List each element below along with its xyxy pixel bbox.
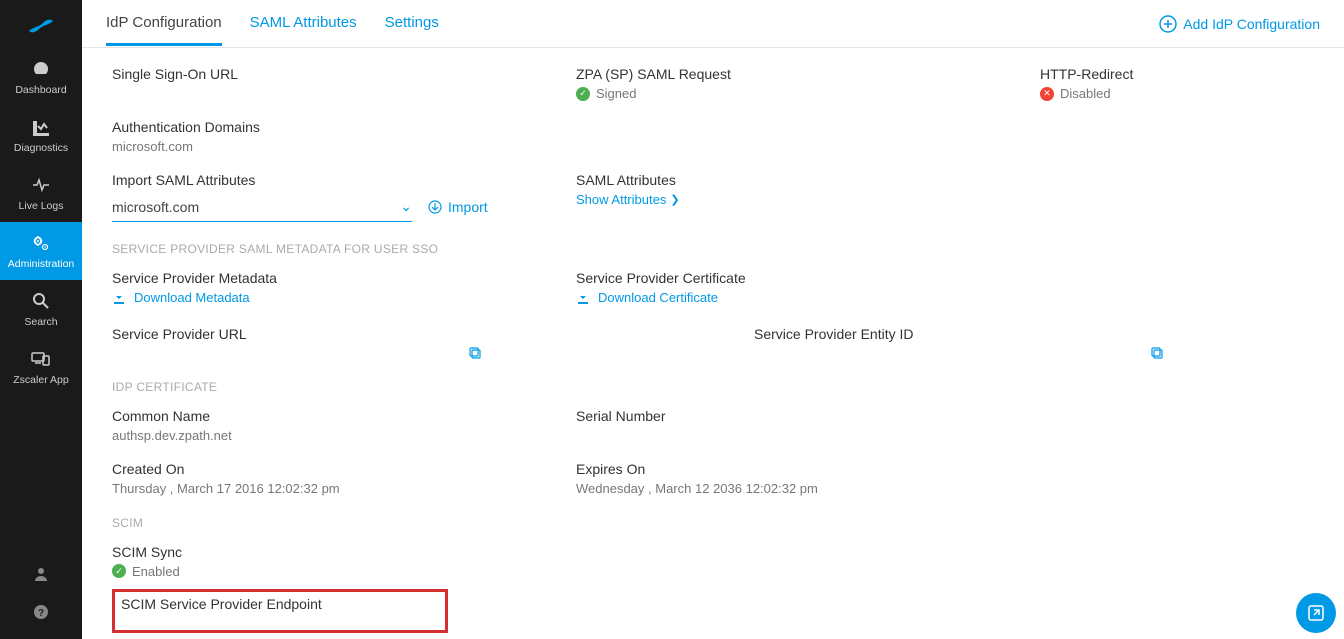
sso-url-label: Single Sign-On URL (112, 66, 544, 82)
gears-icon (30, 232, 52, 254)
sidebar-item-dashboard[interactable]: Dashboard (0, 48, 82, 106)
add-idp-label: Add IdP Configuration (1183, 16, 1320, 32)
scim-endpoint-label: SCIM Service Provider Endpoint (121, 596, 439, 612)
scim-sync-status: Enabled (132, 564, 180, 579)
sidebar-user[interactable] (0, 557, 82, 595)
sp-metadata-label: Service Provider Metadata (112, 270, 544, 286)
check-icon: ✓ (576, 87, 590, 101)
chart-icon (30, 116, 52, 138)
saml-request-status: Signed (596, 86, 636, 101)
tab-settings[interactable]: Settings (385, 2, 439, 46)
import-saml-selected: microsoft.com (112, 199, 199, 215)
common-name-label: Common Name (112, 408, 544, 424)
common-name-value: authsp.dev.zpath.net (112, 428, 544, 443)
download-icon (576, 291, 590, 305)
import-button[interactable]: Import (428, 199, 488, 215)
logo (0, 0, 82, 48)
show-attributes-label: Show Attributes (576, 192, 666, 207)
sidebar-item-label: Zscaler App (13, 374, 68, 386)
scim-sync-label: SCIM Sync (112, 544, 1320, 560)
created-on-label: Created On (112, 461, 544, 477)
plus-circle-icon (1159, 15, 1177, 33)
svg-text:?: ? (38, 608, 44, 619)
sidebar-item-administration[interactable]: Administration (0, 222, 82, 280)
tab-idp-configuration[interactable]: IdP Configuration (106, 2, 222, 46)
sp-cert-label: Service Provider Certificate (576, 270, 1008, 286)
copy-icon[interactable] (468, 346, 482, 360)
scim-section-header: SCIM (112, 516, 1320, 530)
saml-request-label: ZPA (SP) SAML Request (576, 66, 1008, 82)
download-metadata-link[interactable]: Download Metadata (112, 290, 250, 305)
expand-icon (1306, 603, 1326, 623)
gauge-icon (30, 58, 52, 80)
auth-domains-value: microsoft.com (112, 139, 544, 154)
chevron-right-icon: ❯ (670, 193, 679, 206)
tabs: IdP Configuration SAML Attributes Settin… (106, 2, 439, 46)
sidebar-item-live-logs[interactable]: Live Logs (0, 164, 82, 222)
sidebar-item-label: Administration (8, 258, 75, 270)
http-redirect-status: Disabled (1060, 86, 1111, 101)
expires-on-value: Wednesday , March 12 2036 12:02:32 pm (576, 481, 1008, 496)
help-icon: ? (30, 601, 52, 623)
sidebar-item-label: Live Logs (19, 200, 64, 212)
add-idp-button[interactable]: Add IdP Configuration (1159, 15, 1320, 33)
topbar: IdP Configuration SAML Attributes Settin… (82, 0, 1344, 48)
download-certificate-link[interactable]: Download Certificate (576, 290, 718, 305)
content: Single Sign-On URL ZPA (SP) SAML Request… (82, 48, 1344, 639)
tab-saml-attributes[interactable]: SAML Attributes (250, 2, 357, 46)
pulse-icon (30, 174, 52, 196)
devices-icon (30, 348, 52, 370)
fab-button[interactable] (1296, 593, 1336, 633)
copy-icon[interactable] (1150, 346, 1164, 360)
chevron-down-icon: ⌄ (400, 198, 412, 215)
sidebar-item-label: Diagnostics (14, 142, 68, 154)
auth-domains-label: Authentication Domains (112, 119, 544, 135)
sp-metadata-section-header: SERVICE PROVIDER SAML METADATA FOR USER … (112, 242, 1320, 256)
import-label: Import (448, 199, 488, 215)
serial-number-label: Serial Number (576, 408, 1008, 424)
check-icon: ✓ (112, 564, 126, 578)
http-redirect-label: HTTP-Redirect (1040, 66, 1320, 82)
saml-attrs-label: SAML Attributes (576, 172, 1008, 188)
download-certificate-label: Download Certificate (598, 290, 718, 305)
sidebar-item-label: Dashboard (15, 84, 66, 96)
sidebar-item-diagnostics[interactable]: Diagnostics (0, 106, 82, 164)
sidebar: Dashboard Diagnostics Live Logs Administ… (0, 0, 82, 639)
sp-url-label: Service Provider URL (112, 326, 482, 342)
sidebar-item-search[interactable]: Search (0, 280, 82, 338)
show-attributes-link[interactable]: Show Attributes ❯ (576, 192, 680, 207)
scim-endpoint-highlight: SCIM Service Provider Endpoint (112, 589, 448, 633)
user-icon (30, 563, 52, 585)
zscaler-logo-icon (25, 13, 57, 35)
main: IdP Configuration SAML Attributes Settin… (82, 0, 1344, 639)
download-icon (112, 291, 126, 305)
expires-on-label: Expires On (576, 461, 1008, 477)
sidebar-item-label: Search (24, 316, 57, 328)
sidebar-item-zscaler-app[interactable]: Zscaler App (0, 338, 82, 396)
idp-cert-section-header: IdP CERTIFICATE (112, 380, 1320, 394)
sidebar-help[interactable]: ? (0, 595, 82, 633)
created-on-value: Thursday , March 17 2016 12:02:32 pm (112, 481, 544, 496)
import-saml-label: Import SAML Attributes (112, 172, 544, 188)
search-icon (30, 290, 52, 312)
import-saml-select[interactable]: microsoft.com ⌄ (112, 192, 412, 222)
sp-entity-label: Service Provider Entity ID (754, 326, 1164, 342)
x-icon: ✕ (1040, 87, 1054, 101)
download-metadata-label: Download Metadata (134, 290, 250, 305)
import-icon (428, 200, 442, 214)
